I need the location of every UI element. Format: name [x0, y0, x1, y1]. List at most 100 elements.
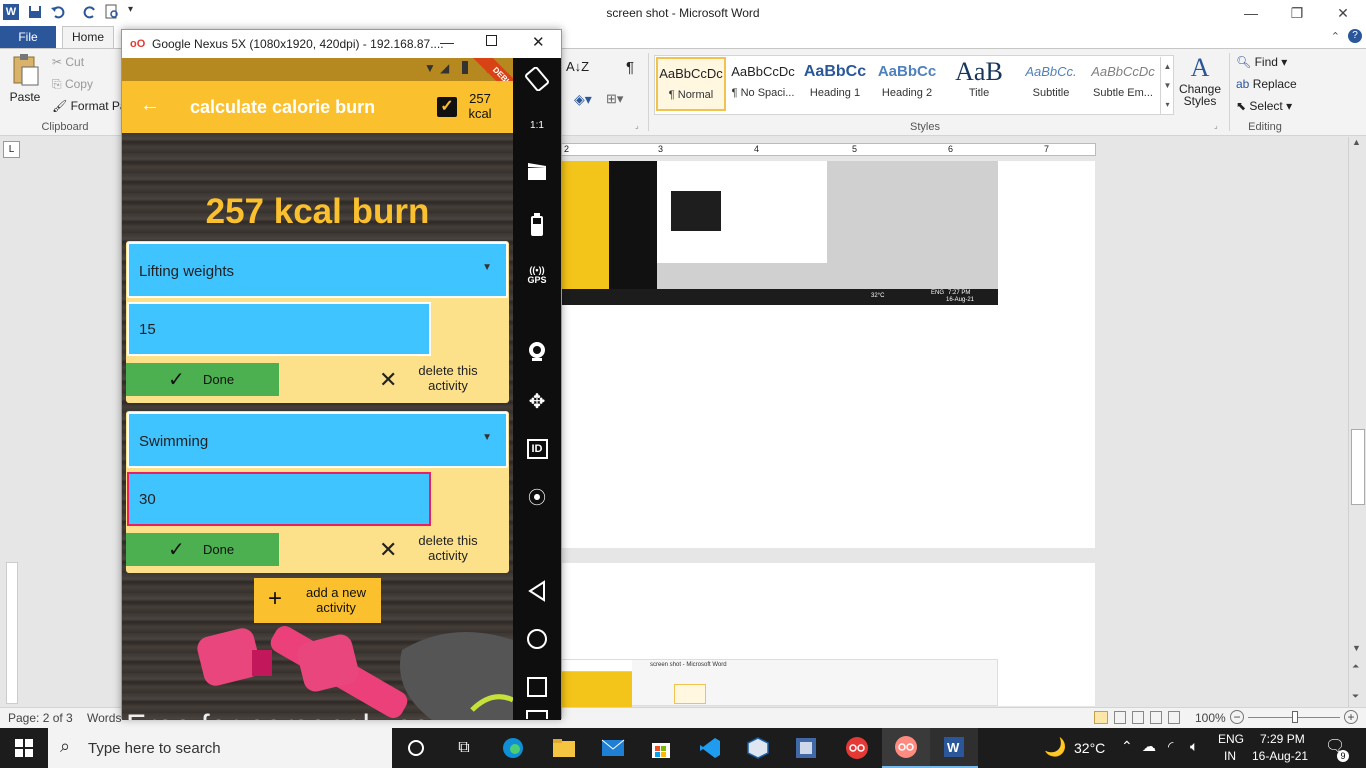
- vertical-scrollbar[interactable]: ▲ ▼ ⏶ ⏷: [1348, 137, 1366, 707]
- restore-button[interactable]: ❐: [1274, 0, 1320, 26]
- zoom-level[interactable]: 100%: [1195, 711, 1226, 725]
- show-hidden-icons[interactable]: ⌃: [1121, 738, 1133, 755]
- gps-icon[interactable]: ((•)) GPS: [513, 258, 561, 292]
- clock-time[interactable]: 7:29 PM: [1260, 732, 1305, 746]
- clock-date[interactable]: 16-Aug-21: [1252, 749, 1308, 763]
- start-button[interactable]: [0, 728, 48, 768]
- task-view-icon[interactable]: ⧉: [440, 728, 488, 768]
- tab-file[interactable]: File: [0, 26, 56, 48]
- tab-home[interactable]: Home: [62, 26, 114, 49]
- emulator-maximize-button[interactable]: [486, 35, 497, 46]
- screencast-icon[interactable]: [513, 154, 561, 188]
- web-layout-icon[interactable]: [1132, 711, 1144, 724]
- select-button[interactable]: ⬉ Select ▾: [1236, 99, 1292, 113]
- edge-icon[interactable]: [489, 728, 537, 768]
- styles-scroll[interactable]: ▲ ▼ ▾: [1160, 57, 1174, 115]
- scroll-thumb[interactable]: [1351, 429, 1365, 505]
- format-painter-button[interactable]: 🖌 Format Pai: [52, 99, 129, 113]
- cut-button[interactable]: ✂ Cut: [52, 55, 84, 69]
- delete-activity-button[interactable]: ✕ delete this activity: [379, 533, 501, 567]
- styles-launcher-icon[interactable]: ⌟: [1214, 121, 1218, 130]
- outline-icon[interactable]: [1150, 711, 1162, 724]
- identifiers-icon[interactable]: ID: [513, 432, 561, 466]
- menu-icon[interactable]: [513, 708, 561, 720]
- mail-icon[interactable]: [589, 728, 637, 768]
- word-taskbar-icon[interactable]: W: [930, 728, 978, 768]
- genymotion-taskbar-icon[interactable]: [833, 728, 881, 768]
- disk-icon[interactable]: ⦿: [513, 480, 561, 514]
- borders-icon[interactable]: ⊞▾: [606, 91, 623, 107]
- file-explorer-icon[interactable]: [540, 728, 588, 768]
- minimize-button[interactable]: —: [1228, 0, 1274, 26]
- horizontal-ruler[interactable]: 2 3 4 5 6 7: [561, 143, 1096, 156]
- sort-icon[interactable]: A↓Z: [566, 59, 589, 74]
- zoom-in-icon[interactable]: +: [1344, 710, 1358, 724]
- done-button[interactable]: ✓ Done: [126, 533, 279, 566]
- weather-temp[interactable]: 32°C: [1074, 740, 1105, 756]
- embedded-screenshot[interactable]: 32°C ENG 7:27 PM 16-Aug-21: [561, 161, 998, 305]
- shading-icon[interactable]: ◈▾: [574, 91, 592, 108]
- document-page-2[interactable]: screen shot - Microsoft Word: [561, 563, 1095, 707]
- done-button[interactable]: ✓ Done: [126, 363, 279, 396]
- vertical-ruler[interactable]: [6, 562, 18, 704]
- help-icon[interactable]: ?: [1348, 29, 1362, 43]
- battery-icon[interactable]: [513, 208, 561, 242]
- onedrive-icon[interactable]: ☁: [1142, 738, 1156, 755]
- style-normal[interactable]: AaBbCcDc ¶ Normal: [656, 57, 726, 111]
- move-icon[interactable]: ✥: [513, 384, 561, 418]
- back-arrow-icon[interactable]: ←: [140, 94, 160, 117]
- paste-button[interactable]: Paste: [8, 53, 42, 115]
- zoom-slider-thumb[interactable]: [1292, 711, 1298, 723]
- change-styles-button[interactable]: A Change Styles: [1178, 53, 1222, 119]
- style-heading-2[interactable]: AaBbCc Heading 2: [872, 57, 942, 111]
- scroll-down-icon[interactable]: ▼: [1352, 643, 1361, 653]
- emulator-close-button[interactable]: ✕: [532, 33, 545, 51]
- camera-icon[interactable]: [513, 334, 561, 368]
- back-icon[interactable]: [513, 574, 561, 608]
- embedded-screenshot-2[interactable]: screen shot - Microsoft Word: [561, 659, 998, 707]
- cortana-icon[interactable]: [392, 728, 440, 768]
- collapse-ribbon-icon[interactable]: ⌃: [1331, 30, 1340, 43]
- home-icon[interactable]: [513, 622, 561, 656]
- word-count[interactable]: Words: [87, 711, 121, 725]
- style-no-spacing[interactable]: AaBbCcDc ¶ No Spaci...: [728, 57, 798, 111]
- minutes-input[interactable]: 15: [127, 302, 431, 356]
- language-indicator[interactable]: ENG: [1218, 732, 1244, 746]
- phone-screen[interactable]: ▼ ◢ 59 DEBUG ← calculate calorie burn ✓ …: [122, 58, 513, 720]
- add-activity-button[interactable]: + add a new activity: [254, 578, 381, 623]
- tab-selector-icon[interactable]: L: [3, 141, 20, 158]
- replace-button[interactable]: ab Replace: [1236, 77, 1297, 91]
- paragraph-launcher-icon[interactable]: ⌟: [635, 121, 639, 130]
- virtualbox-icon[interactable]: [734, 728, 782, 768]
- zoom-out-icon[interactable]: −: [1230, 710, 1244, 724]
- style-subtle-emphasis[interactable]: AaBbCcDc Subtle Em...: [1088, 57, 1158, 111]
- style-subtitle[interactable]: AaBbCc. Subtitle: [1016, 57, 1086, 111]
- cpu-z-icon[interactable]: [782, 728, 830, 768]
- store-icon[interactable]: [637, 728, 685, 768]
- style-heading-1[interactable]: AaBbCc Heading 1: [800, 57, 870, 111]
- emulator-window[interactable]: oO Google Nexus 5X (1080x1920, 420dpi) -…: [121, 29, 562, 720]
- next-page-icon[interactable]: ⏷: [1352, 691, 1359, 702]
- vscode-icon[interactable]: [686, 728, 734, 768]
- check-icon[interactable]: ✓: [437, 97, 457, 117]
- close-button[interactable]: ✕: [1320, 0, 1366, 26]
- scroll-up-icon[interactable]: ▲: [1352, 137, 1361, 147]
- weather-icon[interactable]: 🌙: [1044, 737, 1066, 758]
- document-page-1[interactable]: 32°C ENG 7:27 PM 16-Aug-21: [561, 161, 1095, 548]
- recents-icon[interactable]: [513, 670, 561, 704]
- genymotion-player-icon[interactable]: [882, 728, 930, 768]
- activity-dropdown[interactable]: Lifting weights ▼: [127, 242, 508, 298]
- minutes-input[interactable]: 30: [127, 472, 431, 526]
- page-count[interactable]: Page: 2 of 3: [8, 711, 73, 725]
- previous-page-icon[interactable]: ⏶: [1352, 661, 1359, 672]
- full-screen-icon[interactable]: [1114, 711, 1126, 724]
- emulator-minimize-button[interactable]: —: [440, 34, 454, 50]
- region-indicator[interactable]: IN: [1224, 749, 1236, 763]
- delete-activity-button[interactable]: ✕ delete this activity: [379, 363, 501, 397]
- taskbar-search[interactable]: ⌕ Type here to search: [48, 728, 392, 768]
- volume-icon[interactable]: 🔈︎: [1190, 738, 1198, 755]
- print-layout-icon[interactable]: [1094, 711, 1108, 724]
- draft-icon[interactable]: [1168, 711, 1180, 724]
- find-button[interactable]: 🔍︎ Find ▾: [1236, 55, 1287, 69]
- network-icon[interactable]: ◜: [1168, 738, 1173, 755]
